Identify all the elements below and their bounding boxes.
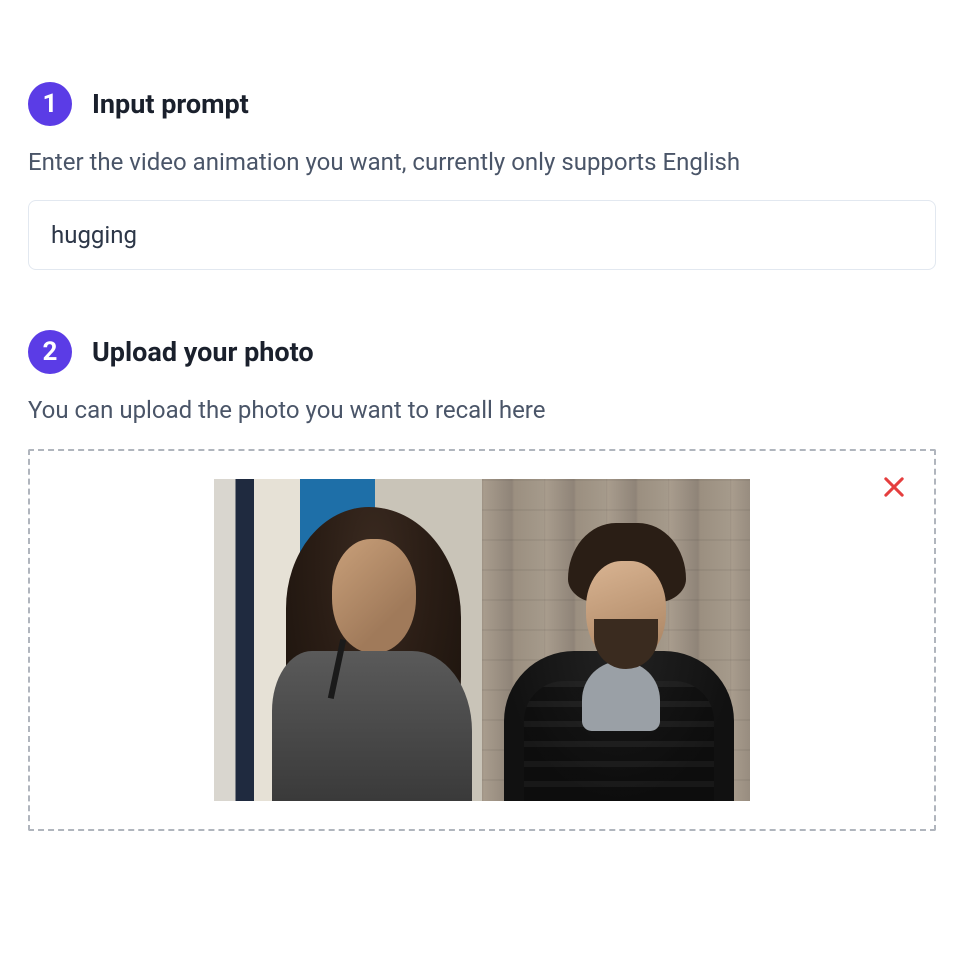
step-header: 1 Input prompt bbox=[28, 82, 936, 126]
upload-dropzone[interactable] bbox=[28, 449, 936, 831]
step-title: Input prompt bbox=[92, 88, 249, 120]
remove-photo-button[interactable] bbox=[876, 469, 912, 505]
step-header: 2 Upload your photo bbox=[28, 330, 936, 374]
close-icon bbox=[880, 473, 908, 501]
step-number-badge: 1 bbox=[28, 82, 72, 126]
step-number-badge: 2 bbox=[28, 330, 72, 374]
step-description: Enter the video animation you want, curr… bbox=[28, 146, 936, 178]
uploaded-photo-preview bbox=[214, 479, 750, 801]
prompt-input[interactable] bbox=[28, 200, 936, 270]
step-title: Upload your photo bbox=[92, 336, 314, 368]
step-description: You can upload the photo you want to rec… bbox=[28, 394, 936, 426]
step-input-prompt: 1 Input prompt Enter the video animation… bbox=[28, 82, 936, 270]
photo-left-half bbox=[214, 479, 482, 801]
photo-right-half bbox=[482, 479, 750, 801]
step-upload-photo: 2 Upload your photo You can upload the p… bbox=[28, 330, 936, 830]
